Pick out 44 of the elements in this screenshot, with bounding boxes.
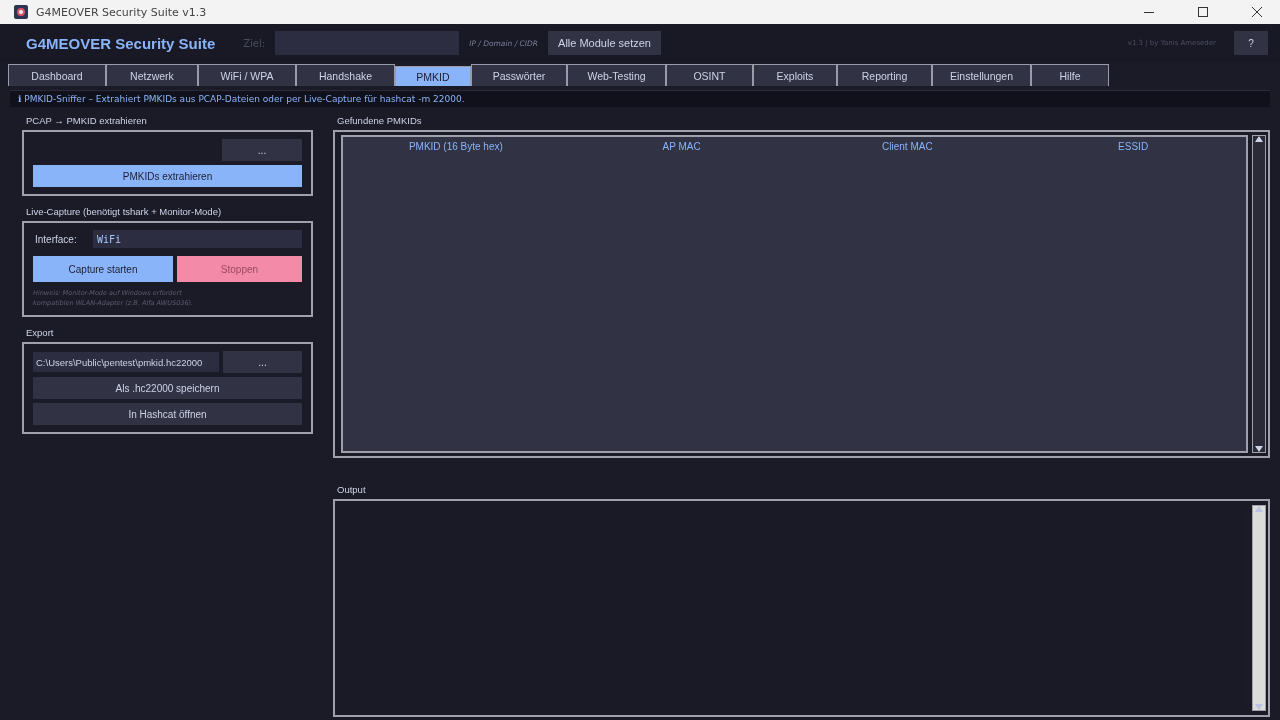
tab[interactable]: WiFi / WPA: [198, 64, 296, 86]
app-icon: [14, 5, 28, 19]
start-capture-button[interactable]: Capture starten: [33, 256, 173, 282]
section-title: PCAP → PMKID extrahieren: [26, 115, 148, 126]
minimize-icon[interactable]: [1144, 11, 1154, 13]
path-field[interactable]: C:\Users\Public\pentest\pmkid.hc22000: [33, 352, 219, 372]
browse-button[interactable]: ...: [222, 139, 302, 161]
tab[interactable]: Dashboard: [8, 64, 106, 86]
column-header: ESSID: [1117, 140, 1150, 152]
close-icon[interactable]: [1252, 7, 1262, 17]
tab[interactable]: Einstellungen: [932, 64, 1031, 86]
set-all-modules-button[interactable]: Alle Module setzen: [548, 31, 661, 55]
tab[interactable]: Passwörter: [471, 64, 567, 86]
target-label: Ziel:: [243, 37, 266, 49]
tab[interactable]: OSINT: [666, 64, 753, 86]
section-title: Export: [26, 327, 55, 338]
app-name: G4MEOVER Security Suite: [26, 34, 216, 52]
tab[interactable]: Reporting: [837, 64, 932, 86]
scrollbar[interactable]: [1252, 135, 1266, 453]
tab[interactable]: Web-Testing: [567, 64, 666, 86]
column-header: AP MAC: [661, 140, 702, 152]
target-field[interactable]: [275, 31, 460, 55]
tab[interactable]: PMKID: [395, 66, 471, 86]
section-title: Output: [337, 484, 367, 495]
interface-label: Interface:: [34, 233, 78, 245]
section-title: Live-Capture (benötigt tshark + Monitor-Mode): [26, 206, 223, 217]
tab[interactable]: Exploits: [753, 64, 837, 86]
window-title: G4MEOVER Security Suite v1.3: [36, 5, 208, 19]
info-bar: ℹ PMKID-Sniffer – Extrahiert PMKIDs aus PCAP-Dateien oder per Live-Capture für hashcat -m 22000.: [10, 90, 1270, 107]
tab[interactable]: Netzwerk: [106, 64, 198, 86]
save-button[interactable]: Als .hc22000 speichern: [33, 377, 302, 399]
tab[interactable]: Handshake: [296, 64, 395, 86]
column-header: PMKID (16 Byte hex): [407, 140, 504, 152]
scroll-down-icon[interactable]: [1255, 446, 1263, 452]
column-header: Client MAC: [881, 140, 934, 152]
browse-button[interactable]: ...: [223, 351, 302, 373]
interface-field[interactable]: WiFi: [93, 230, 302, 248]
open-hashcat-button[interactable]: In Hashcat öffnen: [33, 403, 302, 425]
maximize-icon[interactable]: [1198, 7, 1208, 17]
section-title: Gefundene PMKIDs: [337, 115, 423, 126]
help-button[interactable]: ?: [1234, 31, 1268, 55]
extract-button[interactable]: PMKIDs extrahieren: [33, 165, 302, 187]
scroll-up-icon[interactable]: [1255, 136, 1263, 142]
tab[interactable]: Hilfe: [1031, 64, 1109, 86]
